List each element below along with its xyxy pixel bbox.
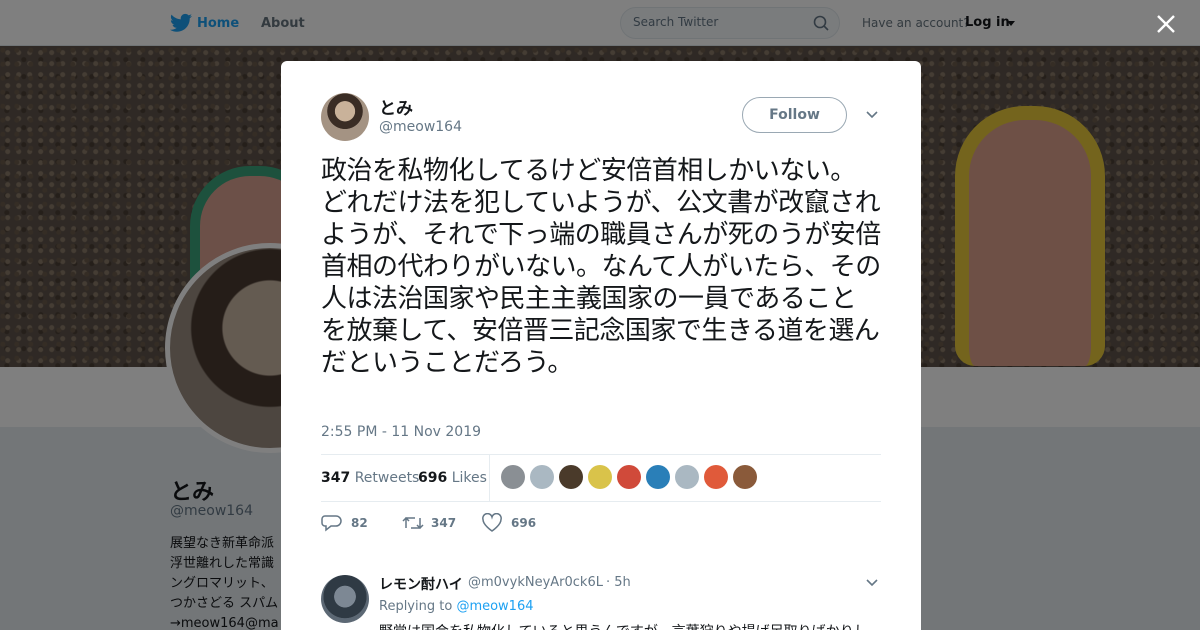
liker-avatar[interactable] (559, 465, 583, 489)
like-action-count: 696 (511, 516, 537, 530)
chevron-down-icon[interactable] (866, 111, 878, 119)
follow-button[interactable]: Follow (742, 97, 847, 133)
stats-divider (489, 455, 490, 501)
reply-author-handle[interactable]: @m0vykNeyAr0ck6L (468, 575, 603, 590)
reply-time[interactable]: · 5h (606, 575, 631, 590)
retweet-icon (402, 516, 424, 530)
like-count: 696 (418, 470, 448, 486)
liker-avatar[interactable] (704, 465, 728, 489)
liker-avatar[interactable] (501, 465, 525, 489)
retweet-action-count: 347 (431, 516, 457, 530)
chevron-down-icon[interactable] (866, 579, 878, 587)
author-avatar[interactable] (321, 93, 369, 141)
retweet-label: Retweets (354, 470, 420, 486)
tweet-stats: 347 Retweets 696 Likes (321, 454, 881, 502)
author-name[interactable]: とみ (379, 94, 413, 119)
close-icon[interactable] (1155, 13, 1177, 35)
tweet-timestamp[interactable]: 2:55 PM - 11 Nov 2019 (321, 424, 481, 440)
tweet-text: 政治を私物化してるけど安倍首相しかいない。どれだけ法を犯していようが、公文書が改… (321, 156, 881, 378)
liker-avatar[interactable] (675, 465, 699, 489)
liker-avatar[interactable] (588, 465, 612, 489)
replying-to: Replying to @meow164 (379, 599, 534, 614)
like-label: Likes (451, 470, 487, 486)
like-stat[interactable]: 696 Likes (418, 470, 487, 486)
retweet-count: 347 (321, 470, 351, 486)
liker-avatar[interactable] (530, 465, 554, 489)
liker-avatar[interactable] (733, 465, 757, 489)
author-handle[interactable]: @meow164 (379, 119, 462, 135)
reply-avatar[interactable] (321, 575, 369, 623)
replying-to-label: Replying to (379, 599, 453, 614)
reply-author-name[interactable]: レモン酎ハイ (379, 574, 463, 594)
reply-text: 野党は国会を私物化していると思うんですが。言葉狩りや揚げ足取りばかりし (379, 621, 869, 630)
reply-separator (281, 554, 921, 564)
retweet-stat[interactable]: 347 Retweets (321, 470, 419, 486)
liker-avatar[interactable] (646, 465, 670, 489)
liker-avatar[interactable] (617, 465, 641, 489)
replying-to-handle[interactable]: @meow164 (456, 599, 533, 614)
heart-icon (482, 513, 502, 532)
reply-count: 82 (351, 516, 368, 530)
reply-icon (321, 515, 342, 532)
tweet-modal: とみ @meow164 Follow 政治を私物化してるけど安倍首相しかいない。… (281, 61, 921, 630)
tweet-actions: 82 347 696 (321, 513, 881, 533)
